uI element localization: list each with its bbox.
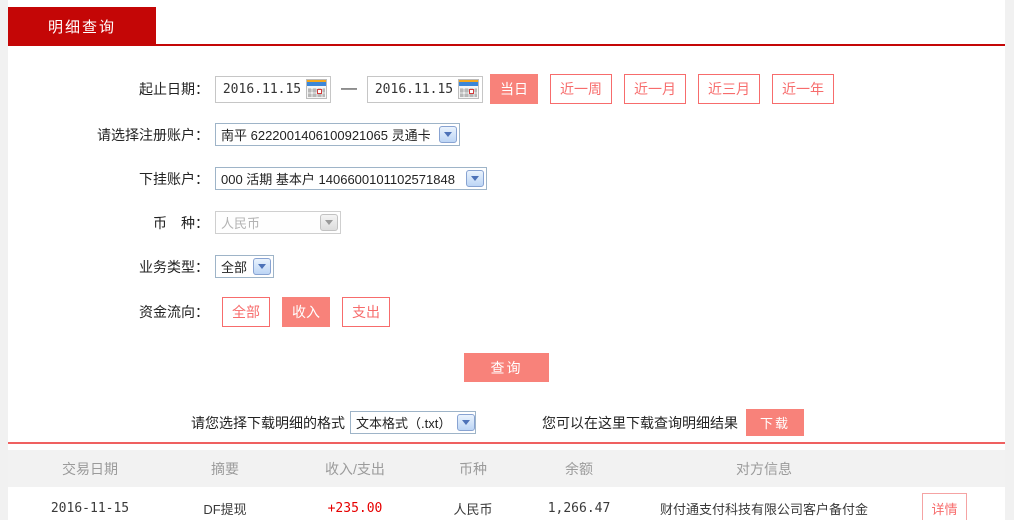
detail-query-page: 明细查询 起止日期： — 当日	[0, 0, 1014, 520]
chevron-down-icon	[457, 414, 476, 431]
header-summary: 摘要	[211, 460, 239, 477]
query-button-row: 查询	[8, 353, 1005, 382]
fund-direction-all-button[interactable]: 全部	[222, 297, 270, 327]
calendar-icon[interactable]	[306, 79, 327, 99]
fund-direction-row: 资金流向： 全部 收入 支出	[8, 297, 1005, 327]
currency-select: 人民币	[215, 211, 341, 234]
currency-value: 人民币	[221, 216, 261, 231]
calendar-icon[interactable]	[458, 79, 479, 99]
download-hint: 您可以在这里下载查询明细结果	[542, 414, 738, 431]
currency-row: 币 种： 人民币	[8, 209, 1005, 236]
tab-detail-query[interactable]: 明细查询	[8, 7, 156, 46]
table-header-row: 交易日期 摘要 收入/支出 币种 余额 对方信息	[8, 450, 1005, 487]
register-account-label: 请选择注册账户：	[97, 126, 209, 143]
cell-trade-date: 2016-11-15	[50, 500, 130, 516]
date-range-row: 起止日期： — 当日 近一周 近一月 近三月 近	[8, 74, 1005, 104]
chevron-down-icon	[253, 258, 272, 275]
sub-account-value: 000 活期 基本户 1406600101102571848	[221, 172, 455, 187]
register-account-select[interactable]: 南平 6222001406100921065 灵通卡	[215, 123, 460, 146]
download-format-value: 文本格式（.txt）	[356, 416, 452, 431]
query-form: 起止日期： — 当日 近一周 近一月 近三月 近	[8, 0, 1005, 520]
download-row: 请您选择下载明细的格式 文本格式（.txt） 您可以在这里下载查询明细结果 下载	[8, 409, 1005, 436]
end-date-input[interactable]	[370, 81, 458, 97]
download-button[interactable]: 下载	[746, 409, 804, 436]
business-type-label: 业务类型：	[139, 258, 209, 275]
fund-direction-expense-button[interactable]: 支出	[342, 297, 390, 327]
sub-account-label: 下挂账户：	[139, 170, 209, 187]
sub-account-select[interactable]: 000 活期 基本户 1406600101102571848	[215, 167, 487, 190]
currency-label: 币 种：	[153, 214, 209, 231]
content-panel: 明细查询 起止日期： — 当日	[8, 0, 1005, 520]
cell-counterparty: 财付通支付科技有限公司客户备付金	[659, 501, 868, 517]
start-date-input[interactable]	[218, 81, 306, 97]
chevron-down-icon	[320, 214, 338, 231]
business-type-row: 业务类型： 全部	[8, 253, 1005, 280]
quick-range-week-button[interactable]: 近一周	[550, 74, 612, 104]
quick-range-today-button[interactable]: 当日	[490, 74, 538, 104]
tab-label: 明细查询	[47, 19, 116, 36]
table-top-separator	[8, 442, 1005, 444]
cell-amount: +235.00	[327, 500, 383, 516]
date-range-label: 起止日期：	[139, 81, 209, 97]
header-income-expense: 收入/支出	[325, 460, 385, 477]
start-date-box	[215, 75, 331, 103]
quick-range-quarter-button[interactable]: 近三月	[698, 74, 760, 104]
chevron-down-icon	[439, 126, 457, 143]
cell-currency: 人民币	[453, 501, 493, 517]
download-format-select[interactable]: 文本格式（.txt）	[350, 411, 476, 434]
business-type-value: 全部	[221, 260, 248, 275]
fund-direction-income-button[interactable]: 收入	[282, 297, 330, 327]
end-date-box	[367, 75, 483, 103]
detail-button[interactable]: 详情	[922, 492, 967, 520]
header-balance: 余额	[565, 460, 593, 477]
tab-underline	[8, 44, 1005, 46]
business-type-select[interactable]: 全部	[215, 255, 275, 278]
header-currency: 币种	[459, 460, 487, 477]
date-range-dash: —	[341, 80, 357, 97]
chevron-down-icon	[466, 170, 484, 187]
header-counterparty: 对方信息	[736, 460, 792, 477]
query-button[interactable]: 查询	[464, 353, 549, 382]
sub-account-row: 下挂账户： 000 活期 基本户 1406600101102571848	[8, 165, 1005, 192]
quick-range-year-button[interactable]: 近一年	[772, 74, 834, 104]
quick-range-month-button[interactable]: 近一月	[624, 74, 686, 104]
fund-direction-label: 资金流向：	[139, 304, 209, 320]
table-row: 2016-11-15 DF提现 +235.00 人民币 1,266.47 财付通…	[8, 487, 1005, 520]
download-format-label: 请您选择下载明细的格式	[191, 414, 345, 431]
cell-balance: 1,266.47	[547, 500, 611, 516]
register-account-value: 南平 6222001406100921065 灵通卡	[221, 128, 431, 143]
register-account-row: 请选择注册账户： 南平 6222001406100921065 灵通卡	[8, 121, 1005, 148]
cell-summary: DF提现	[203, 501, 247, 517]
header-trade-date: 交易日期	[62, 460, 118, 477]
